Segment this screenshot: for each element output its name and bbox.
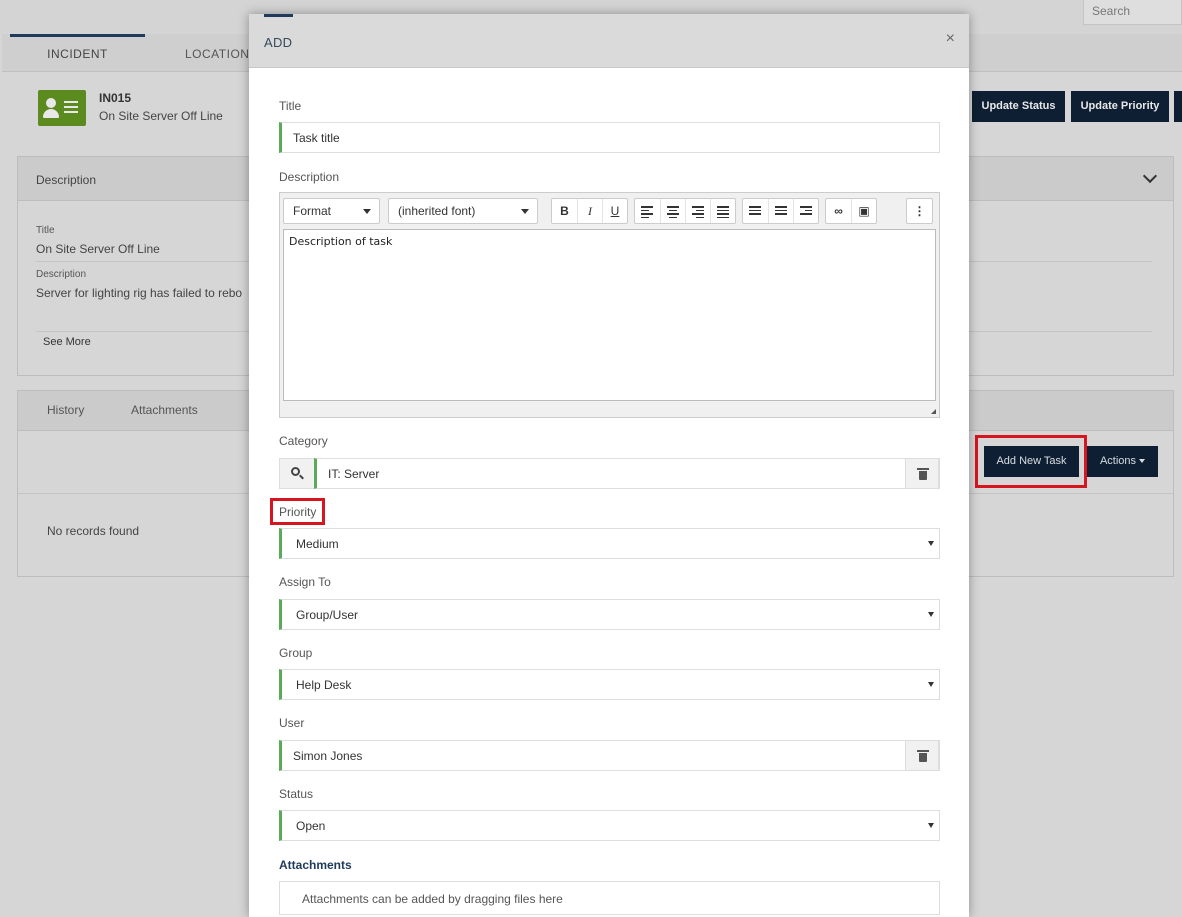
user-value: Simon Jones <box>293 749 363 763</box>
font-dropdown[interactable]: (inherited font) <box>388 198 538 224</box>
more-tools-group: ⋮ <box>906 198 933 224</box>
more-actions-button[interactable] <box>1174 91 1182 122</box>
link-icon[interactable]: ∞ <box>826 199 851 223</box>
align-justify-icon[interactable] <box>710 199 735 223</box>
category-search-button[interactable] <box>279 458 315 489</box>
description-field-label: Description <box>279 170 340 184</box>
title-field-label: Title <box>279 99 302 113</box>
description-value: Server for lighting rig has failed to re… <box>36 286 243 300</box>
attachments-dropzone[interactable]: Attachments can be added by dragging fil… <box>279 881 940 915</box>
clear-category-button[interactable] <box>905 458 939 489</box>
list-group <box>742 198 819 224</box>
numbered-list-icon[interactable] <box>768 199 793 223</box>
group-select[interactable]: Help Desk <box>279 669 940 700</box>
incident-id: IN015 <box>99 91 132 105</box>
indent-icon[interactable] <box>793 199 818 223</box>
title-value: On Site Server Off Line <box>36 242 160 256</box>
format-dropdown[interactable]: Format <box>283 198 380 224</box>
modal-header: ADD × <box>249 14 969 68</box>
assign-to-field-label: Assign To <box>279 575 331 589</box>
font-dropdown-label: (inherited font) <box>398 204 476 218</box>
status-field-label: Status <box>279 787 314 801</box>
title-label: Title <box>36 225 55 236</box>
assign-to-select[interactable]: Group/User <box>279 599 940 630</box>
caret-down-icon <box>928 612 934 617</box>
user-field-label: User <box>279 716 305 730</box>
incident-title: On Site Server Off Line <box>99 109 223 123</box>
bulleted-list-icon[interactable] <box>743 199 768 223</box>
tab-attachments[interactable]: Attachments <box>131 403 198 417</box>
title-input[interactable]: Task title <box>279 122 940 153</box>
actions-dropdown-button[interactable]: Actions <box>1087 446 1158 477</box>
category-input[interactable]: IT: Server <box>314 458 940 489</box>
resize-handle-icon[interactable] <box>931 409 936 414</box>
bold-button[interactable]: B <box>552 199 577 223</box>
actions-label: Actions <box>1099 455 1137 467</box>
priority-select[interactable]: Medium <box>279 528 940 559</box>
caret-down-icon <box>928 823 934 828</box>
image-icon[interactable]: ▣ <box>851 199 876 223</box>
description-label: Description <box>36 269 87 280</box>
search-input[interactable]: Search <box>1083 0 1182 25</box>
empty-state-message: No records found <box>47 524 140 538</box>
add-task-modal: ADD × Title Task title Description Forma… <box>249 14 969 917</box>
tab-location[interactable]: LOCATION <box>185 34 249 72</box>
format-dropdown-label: Format <box>293 204 332 218</box>
status-select[interactable]: Open <box>279 810 940 841</box>
highlight-box <box>270 498 325 525</box>
close-icon[interactable]: × <box>946 30 955 48</box>
priority-value: Medium <box>296 537 339 551</box>
underline-button[interactable]: U <box>602 199 627 223</box>
caret-down-icon <box>928 682 934 687</box>
align-right-icon[interactable] <box>685 199 710 223</box>
group-field-label: Group <box>279 646 313 660</box>
user-input[interactable]: Simon Jones <box>279 740 940 771</box>
more-options-icon[interactable]: ⋮ <box>907 199 932 223</box>
category-value: IT: Server <box>328 467 380 481</box>
align-left-icon[interactable] <box>635 199 660 223</box>
trash-icon <box>917 468 929 480</box>
assign-to-value: Group/User <box>296 608 359 622</box>
header-accent <box>264 14 293 17</box>
tab-incident[interactable]: INCIDENT <box>10 34 145 72</box>
incident-card-icon <box>38 90 86 126</box>
caret-down-icon <box>363 209 371 214</box>
alignment-group <box>634 198 736 224</box>
see-more-link[interactable]: See More <box>43 336 91 348</box>
rich-text-editor: Format (inherited font) B I U ∞ ▣ ⋮ Desc… <box>279 192 940 418</box>
text-style-group: B I U <box>551 198 628 224</box>
category-field-label: Category <box>279 434 328 448</box>
modal-title: ADD <box>264 35 293 50</box>
italic-button[interactable]: I <box>577 199 602 223</box>
insert-group: ∞ ▣ <box>825 198 877 224</box>
clear-user-button[interactable] <box>905 740 939 771</box>
caret-down-icon <box>928 541 934 546</box>
description-editor-area[interactable]: Description of task <box>283 229 936 401</box>
tab-history[interactable]: History <box>47 403 84 417</box>
highlight-box <box>975 435 1087 488</box>
align-center-icon[interactable] <box>660 199 685 223</box>
caret-down-icon <box>1139 459 1146 464</box>
caret-down-icon <box>521 209 529 214</box>
status-value: Open <box>296 819 326 833</box>
update-priority-button[interactable]: Update Priority <box>1071 91 1169 122</box>
attachments-heading: Attachments <box>279 858 352 872</box>
chevron-down-icon[interactable] <box>1142 168 1158 184</box>
trash-icon <box>917 750 929 762</box>
update-status-button[interactable]: Update Status <box>972 91 1065 122</box>
description-panel-title: Description <box>36 173 97 187</box>
group-value: Help Desk <box>296 678 352 692</box>
